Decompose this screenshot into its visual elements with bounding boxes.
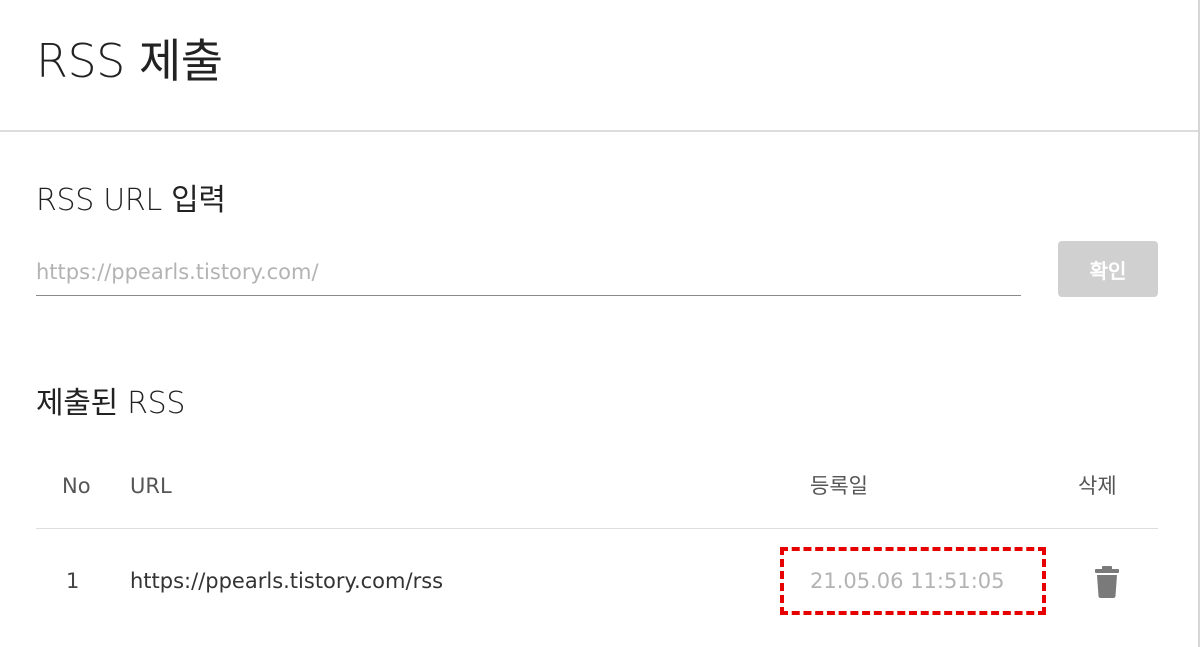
column-header-url: URL — [130, 474, 172, 498]
trash-icon — [1095, 566, 1119, 598]
table-header: No URL 등록일 삭제 — [36, 462, 1158, 529]
confirm-button[interactable]: 확인 — [1058, 241, 1158, 297]
row-url: https://ppearls.tistory.com/rss — [130, 569, 444, 593]
submitted-rss-heading: 제출된 RSS — [36, 386, 186, 421]
page-header: RSS 제출 — [0, 0, 1198, 132]
column-header-delete: 삭제 — [1078, 474, 1117, 498]
rss-url-input[interactable] — [36, 248, 1021, 296]
rss-url-input-heading: RSS URL 입력 — [36, 183, 226, 218]
table-row: 1 https://ppearls.tistory.com/rss 21.05.… — [36, 529, 1158, 633]
submitted-rss-table: No URL 등록일 삭제 1 https://ppearls.tistory.… — [36, 462, 1158, 633]
column-header-no: No — [62, 474, 91, 498]
row-registered-date: 21.05.06 11:51:05 — [810, 569, 1005, 593]
column-header-date: 등록일 — [810, 474, 868, 498]
rss-submit-page: RSS 제출 RSS URL 입력 확인 제출된 RSS No URL 등록일 … — [0, 0, 1200, 647]
row-number: 1 — [66, 569, 80, 593]
page-title: RSS 제출 — [36, 34, 223, 88]
delete-button[interactable] — [1094, 565, 1120, 599]
